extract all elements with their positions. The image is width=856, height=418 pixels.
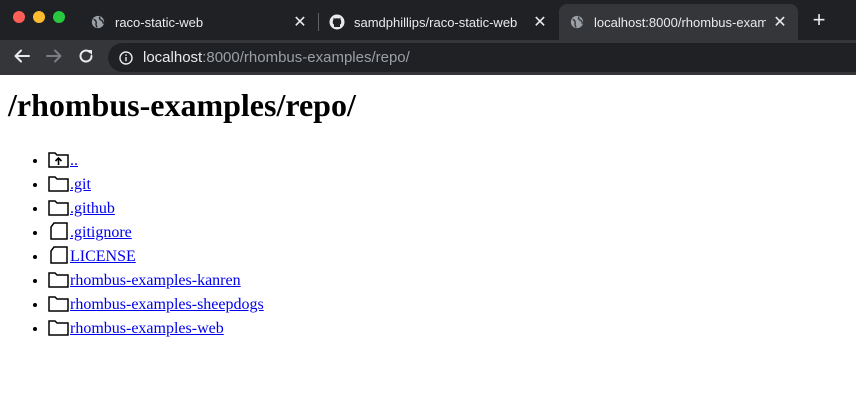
entry-link[interactable]: rhombus-examples-web [70,320,224,337]
globe-icon [90,14,106,30]
close-tab-icon[interactable]: ✕ [772,14,788,31]
list-item: .gitignore [48,221,848,245]
browser-chrome: raco-static-web ✕ samdphillips/raco-stat… [0,0,856,75]
info-icon[interactable] [119,50,133,65]
url-path: :8000/rhombus-examples/repo/ [202,49,410,66]
url-text: localhost:8000/rhombus-examples/repo/ [143,49,410,66]
close-tab-icon[interactable]: ✕ [532,14,548,31]
file-icon [50,246,68,264]
minimize-window-button[interactable] [33,11,45,23]
page-title: /rhombus-examples/repo/ [8,87,356,123]
directory-listing: .. .git .github .gitignore LICENSE rhomb… [8,149,848,341]
tab-title: samdphillips/raco-static-web [354,14,518,30]
list-item: rhombus-examples-web [48,317,848,341]
folder-icon [48,200,69,216]
browser-toolbar: localhost:8000/rhombus-examples/repo/ [0,40,856,75]
entry-link[interactable]: rhombus-examples-kanren [70,272,241,289]
browser-tab-active[interactable]: localhost:8000/rhombus-exam ✕ [559,4,798,40]
entry-link[interactable]: .. [70,152,78,169]
url-host: localhost [143,49,203,66]
zoom-window-button[interactable] [53,11,65,23]
folder-icon [48,176,69,192]
entry-link[interactable]: LICENSE [70,248,136,265]
browser-tab[interactable]: raco-static-web ✕ [80,4,318,40]
folder-icon [48,272,69,288]
parent-folder-icon [48,152,69,168]
forward-arrow-icon[interactable] [43,45,65,67]
github-icon [329,14,345,30]
list-item: .git [48,173,848,197]
back-arrow-icon[interactable] [11,45,33,67]
list-item: .. [48,149,848,173]
tab-strip: raco-static-web ✕ samdphillips/raco-stat… [0,0,856,40]
folder-icon [48,320,69,336]
address-bar[interactable]: localhost:8000/rhombus-examples/repo/ [108,43,856,72]
new-tab-icon[interactable]: + [808,7,830,32]
list-item: .github [48,197,848,221]
reload-icon[interactable] [75,45,97,67]
entry-link[interactable]: .github [70,200,115,217]
file-icon [50,222,68,240]
close-tab-icon[interactable]: ✕ [292,14,308,31]
folder-icon [48,296,69,312]
globe-icon [569,14,585,30]
tab-title: localhost:8000/rhombus-exam [594,14,766,30]
list-item: rhombus-examples-kanren [48,269,848,293]
entry-link[interactable]: .git [70,176,91,193]
tab-title: raco-static-web [115,14,204,30]
window-controls [13,11,65,23]
entry-link[interactable]: rhombus-examples-sheepdogs [70,296,264,313]
browser-tab[interactable]: samdphillips/raco-static-web ✕ [319,4,558,40]
entry-link[interactable]: .gitignore [70,224,132,241]
list-item: rhombus-examples-sheepdogs [48,293,848,317]
list-item: LICENSE [48,245,848,269]
page-content: /rhombus-examples/repo/ .. .git .github … [0,87,856,341]
close-window-button[interactable] [13,11,25,23]
